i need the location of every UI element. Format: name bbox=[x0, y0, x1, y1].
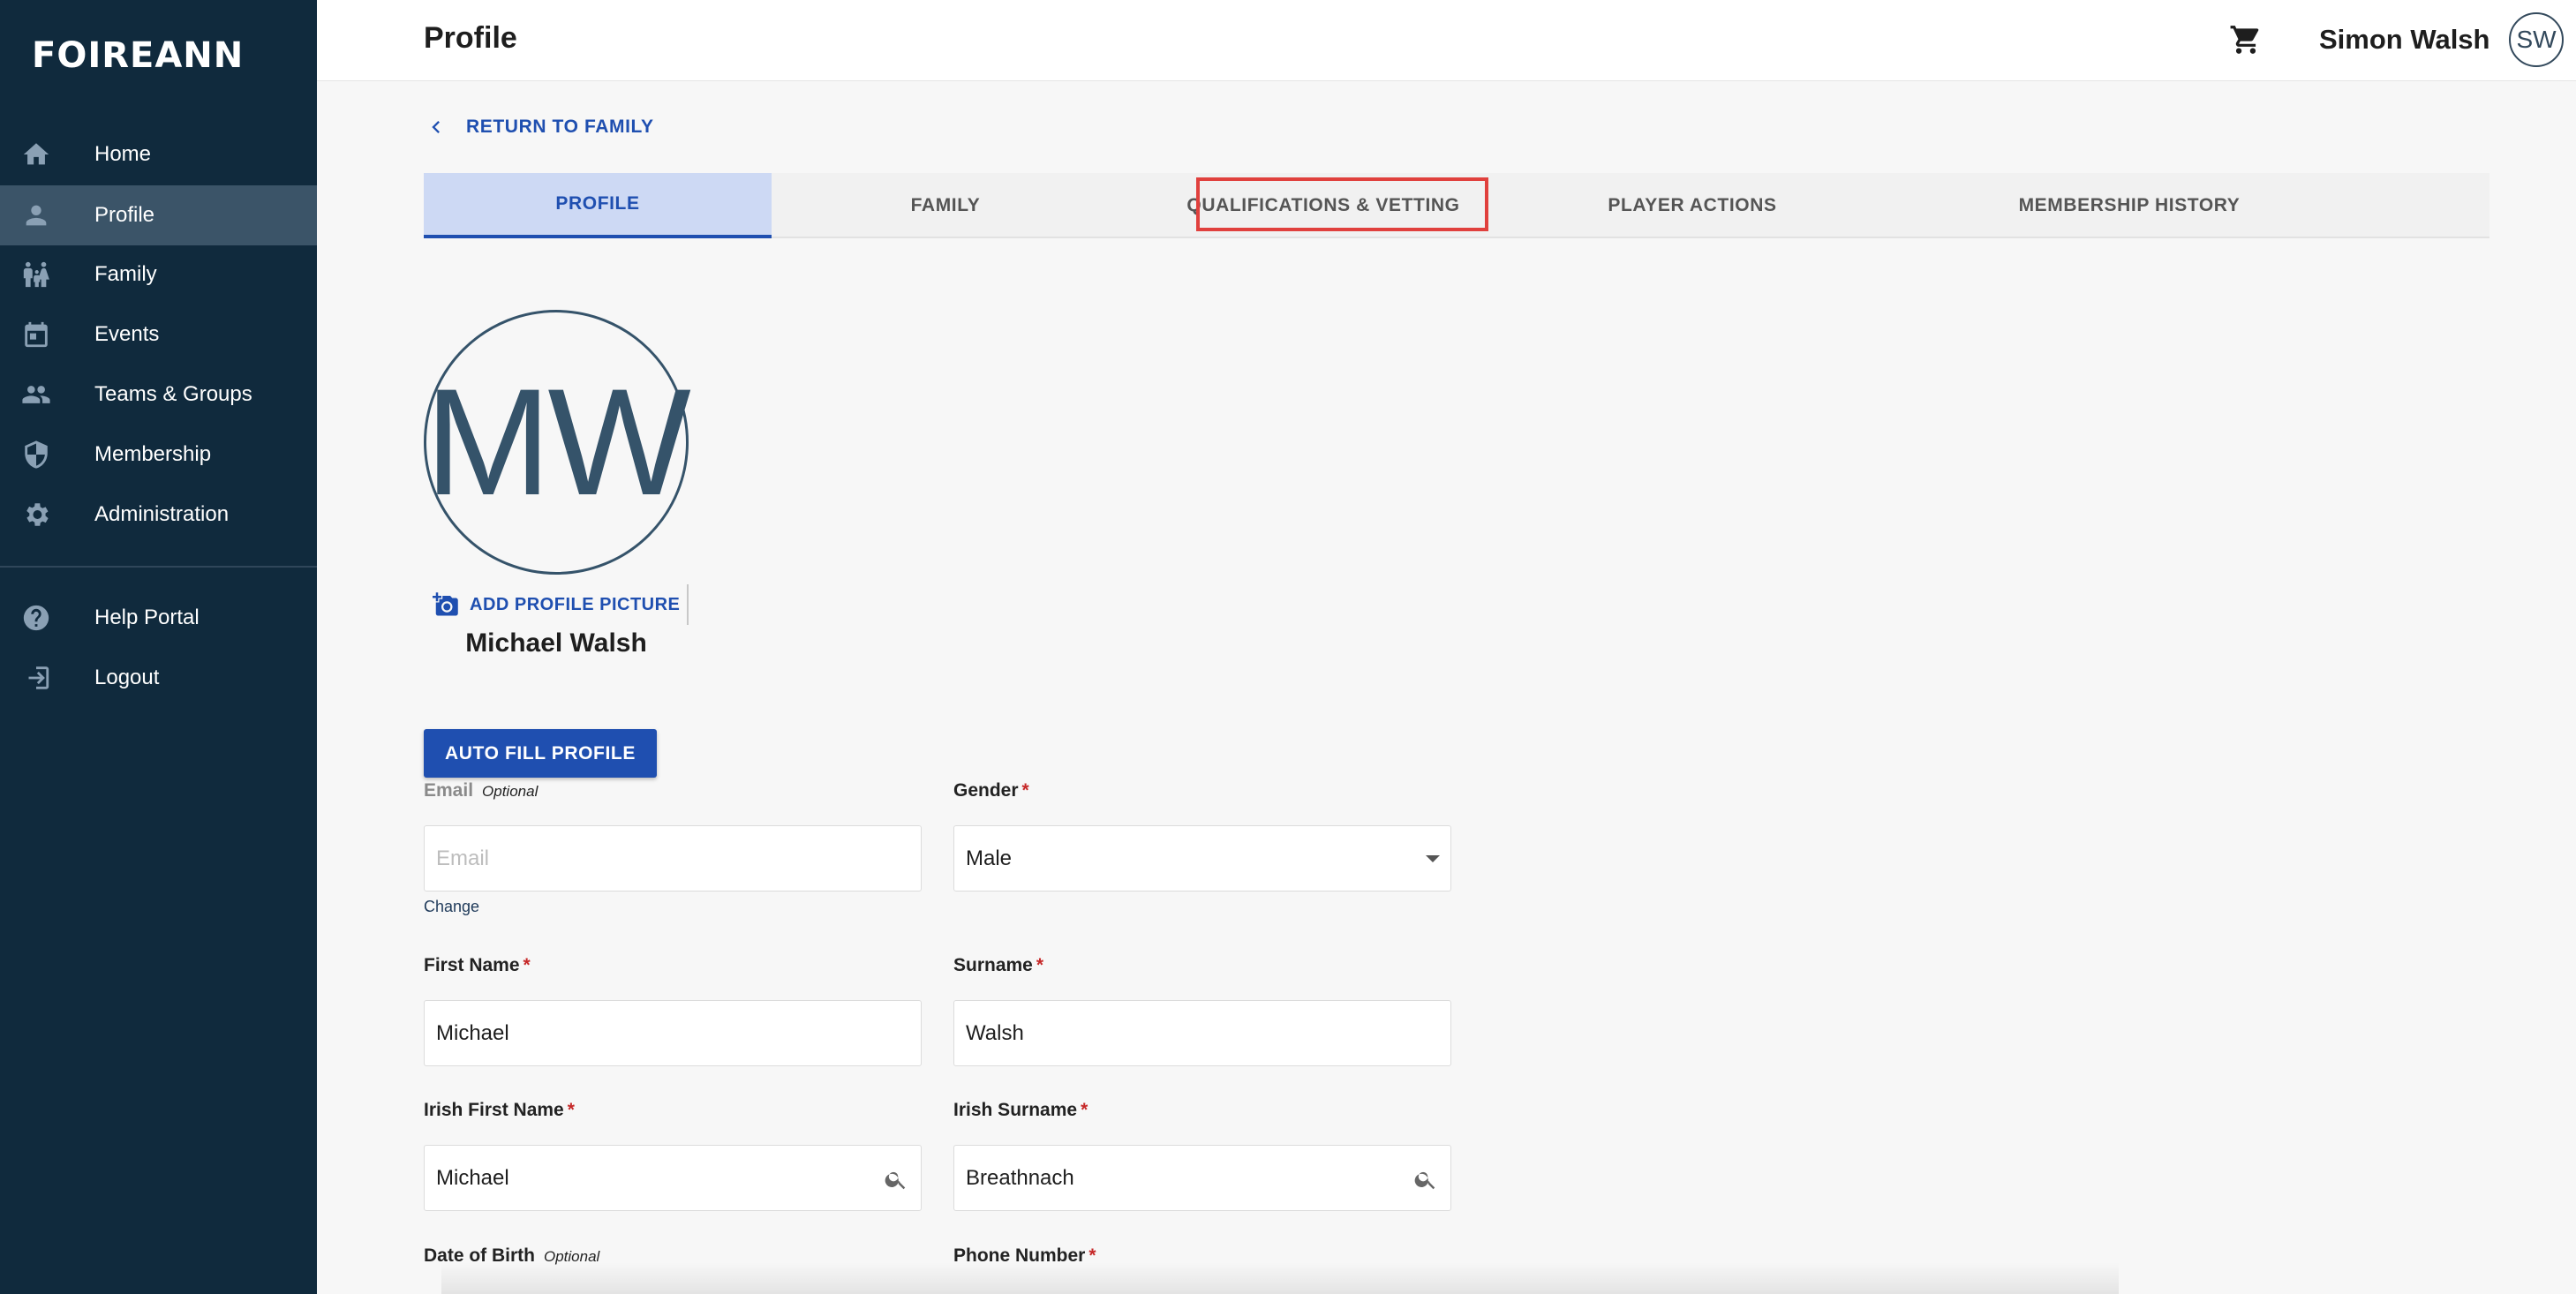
sidebar-item-label: Profile bbox=[94, 203, 155, 227]
sidebar-item-help-portal[interactable]: Help Portal bbox=[0, 588, 317, 648]
user-avatar[interactable]: SW bbox=[2509, 12, 2564, 67]
optional-hint: Optional bbox=[482, 783, 539, 800]
family-icon bbox=[23, 261, 49, 288]
search-icon[interactable] bbox=[1413, 1167, 1438, 1192]
tab-family[interactable]: FAMILY bbox=[772, 173, 1119, 238]
irish-surname-label-text: Irish Surname bbox=[953, 1100, 1078, 1120]
phone-number-label: Phone Number * bbox=[953, 1245, 1096, 1267]
gear-icon bbox=[26, 503, 49, 526]
return-to-family-link[interactable]: RETURN TO FAMILY bbox=[424, 113, 654, 141]
irish-first-name-label-text: Irish First Name bbox=[424, 1100, 564, 1120]
required-marker: * bbox=[523, 955, 531, 975]
tab-player-actions[interactable]: PLAYER ACTIONS bbox=[1518, 173, 1866, 238]
sidebar-item-label: Help Portal bbox=[94, 606, 200, 629]
sidebar-item-membership[interactable]: Membership bbox=[0, 425, 317, 485]
home-icon bbox=[23, 143, 49, 165]
scroll-shadow bbox=[441, 1262, 2119, 1294]
help-icon bbox=[23, 605, 49, 631]
shield-icon bbox=[25, 440, 48, 469]
date-of-birth-label: Date of Birth Optional bbox=[424, 1245, 599, 1267]
sidebar-item-label: Family bbox=[94, 262, 157, 286]
logout-icon bbox=[28, 666, 49, 689]
sidebar-item-family[interactable]: Family bbox=[0, 245, 317, 305]
sidebar-item-label: Home bbox=[94, 142, 152, 166]
add-profile-picture-label: ADD PROFILE PICTURE bbox=[470, 594, 681, 614]
sidebar-item-home[interactable]: Home bbox=[0, 124, 317, 184]
irish-first-name-label: Irish First Name * bbox=[424, 1100, 575, 1121]
irish-surname-field[interactable]: Breathnach bbox=[953, 1145, 1451, 1211]
sidebar-item-events[interactable]: Events bbox=[0, 305, 317, 365]
cart-icon[interactable] bbox=[2229, 23, 2263, 56]
user-name[interactable]: Simon Walsh bbox=[2319, 24, 2489, 56]
tab-profile[interactable]: PROFILE bbox=[424, 173, 772, 238]
required-marker: * bbox=[567, 1100, 575, 1120]
irish-first-name-field[interactable]: Michael bbox=[424, 1145, 922, 1211]
email-label-text: Email bbox=[424, 780, 474, 801]
sidebar-item-label: Events bbox=[94, 322, 160, 346]
gender-label-text: Gender bbox=[953, 780, 1019, 801]
optional-hint: Optional bbox=[544, 1248, 600, 1265]
chevron-left-icon bbox=[432, 121, 440, 133]
calendar-icon bbox=[25, 321, 48, 348]
surname-label-text: Surname bbox=[953, 955, 1033, 975]
app-logo: FOIREANN bbox=[32, 35, 245, 76]
sidebar-item-label: Teams & Groups bbox=[94, 382, 252, 406]
email-label: Email Optional bbox=[424, 780, 538, 801]
surname-label: Surname * bbox=[953, 955, 1043, 976]
dob-label-text: Date of Birth bbox=[424, 1245, 535, 1266]
add-photo-icon bbox=[433, 592, 458, 616]
email-field[interactable]: Email bbox=[424, 825, 922, 892]
required-marker: * bbox=[1021, 780, 1029, 801]
surname-field[interactable]: Walsh bbox=[953, 1000, 1451, 1066]
tab-qualifications-vetting[interactable]: QUALIFICATIONS & VETTING bbox=[1149, 173, 1497, 238]
first-name-label: First Name * bbox=[424, 955, 531, 976]
sidebar-item-label: Logout bbox=[94, 666, 160, 689]
gender-select[interactable]: Male bbox=[953, 825, 1451, 892]
required-marker: * bbox=[1081, 1100, 1088, 1120]
top-bar: Profile Simon Walsh SW bbox=[317, 0, 2576, 81]
profile-tabs: PROFILE FAMILY QUALIFICATIONS & VETTING … bbox=[424, 173, 2489, 238]
sidebar-item-logout[interactable]: Logout bbox=[0, 648, 317, 708]
person-icon bbox=[26, 205, 47, 226]
sidebar-item-administration[interactable]: Administration bbox=[0, 485, 317, 545]
gender-label: Gender * bbox=[953, 780, 1029, 801]
tab-membership-history[interactable]: MEMBERSHIP HISTORY bbox=[1955, 173, 2303, 238]
irish-first-name-value: Michael bbox=[436, 1165, 509, 1190]
member-name: Michael Walsh bbox=[465, 628, 647, 658]
change-email-link[interactable]: Change bbox=[424, 898, 479, 916]
required-marker: * bbox=[1088, 1245, 1096, 1266]
return-link-label: RETURN TO FAMILY bbox=[466, 117, 654, 137]
sidebar-item-teams-groups[interactable]: Teams & Groups bbox=[0, 365, 317, 425]
sidebar: FOIREANN Home Profile Family Events Team… bbox=[0, 0, 317, 1294]
phone-label-text: Phone Number bbox=[953, 1245, 1086, 1266]
sidebar-divider bbox=[0, 566, 317, 568]
page-title: Profile bbox=[424, 21, 517, 55]
search-icon[interactable] bbox=[884, 1167, 908, 1192]
sidebar-item-profile[interactable]: Profile bbox=[0, 185, 317, 245]
divider bbox=[687, 584, 689, 625]
sidebar-item-label: Membership bbox=[94, 442, 212, 466]
required-marker: * bbox=[1036, 955, 1044, 975]
gender-value: Male bbox=[966, 846, 1013, 870]
sidebar-item-label: Administration bbox=[94, 502, 230, 526]
first-name-field[interactable]: Michael bbox=[424, 1000, 922, 1066]
group-icon bbox=[22, 386, 50, 403]
irish-surname-label: Irish Surname * bbox=[953, 1100, 1088, 1121]
auto-fill-profile-button[interactable]: AUTO FILL PROFILE bbox=[424, 729, 657, 778]
first-name-label-text: First Name bbox=[424, 955, 520, 975]
add-profile-picture-button[interactable]: ADD PROFILE PICTURE bbox=[433, 591, 680, 618]
dropdown-arrow-icon bbox=[1426, 855, 1440, 862]
irish-surname-value: Breathnach bbox=[966, 1165, 1074, 1190]
member-avatar: MW bbox=[424, 310, 691, 575]
